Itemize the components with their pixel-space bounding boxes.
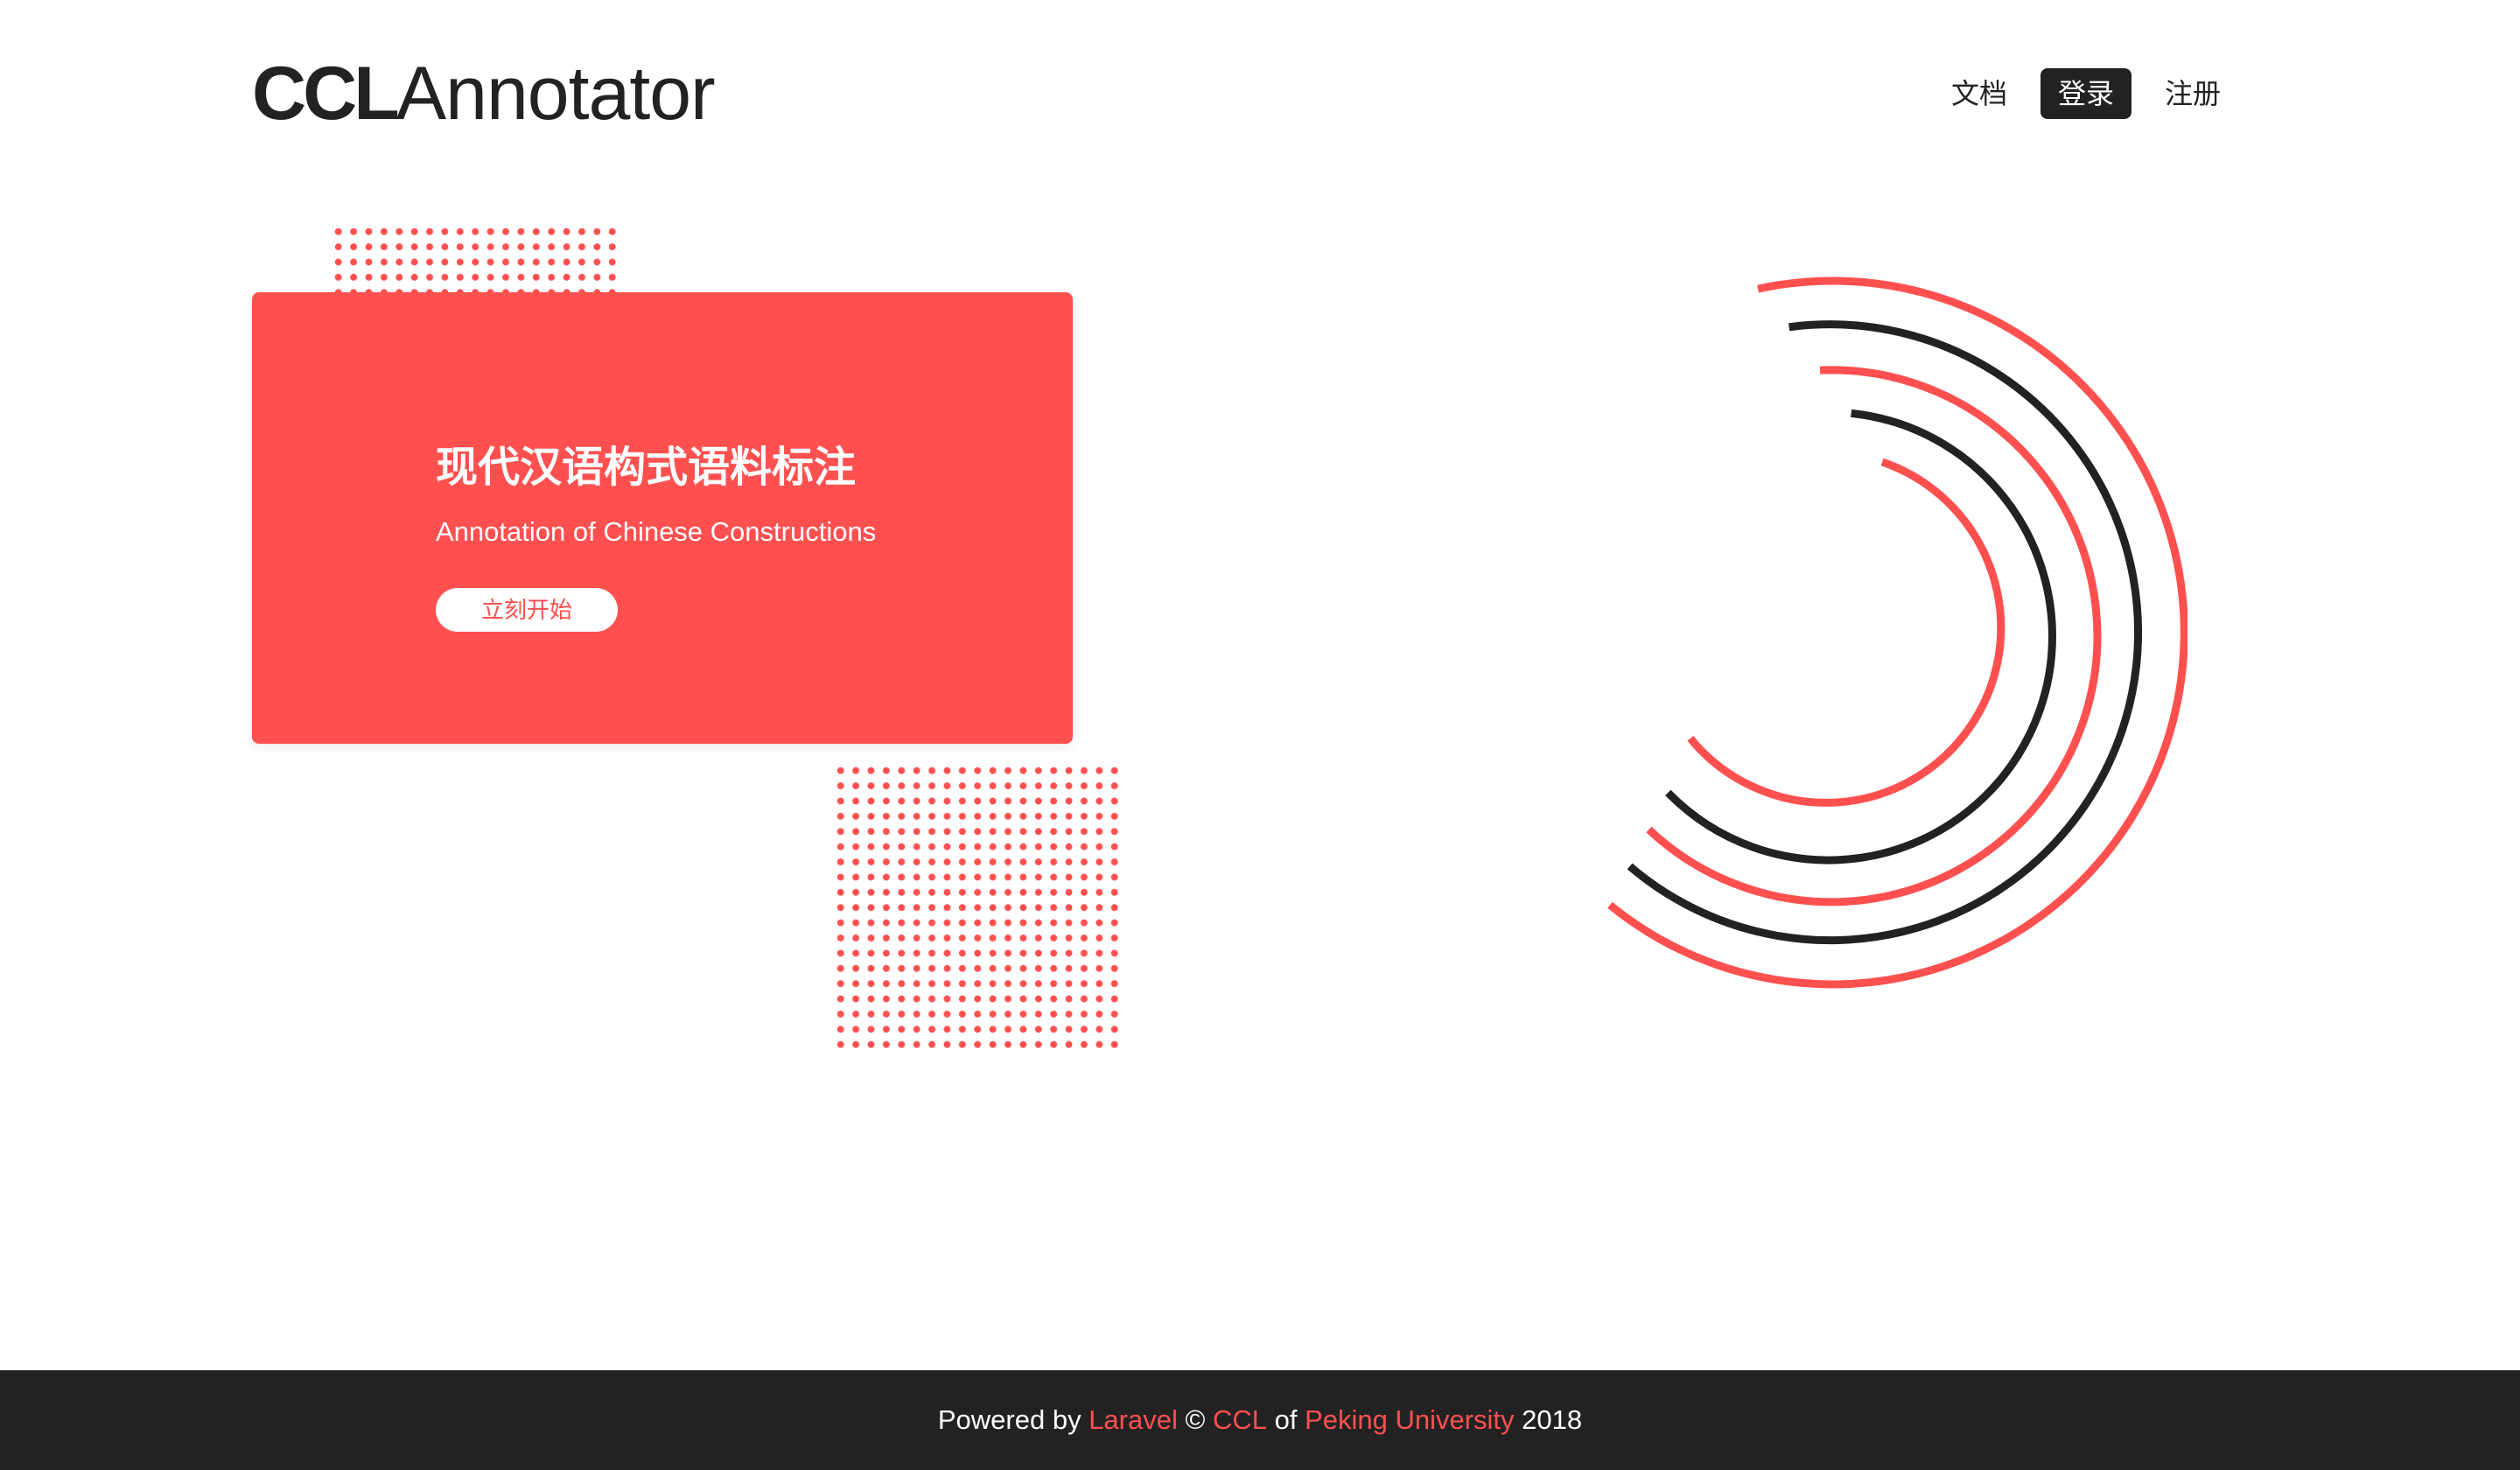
nav-register-link[interactable]: 注册: [2147, 68, 2238, 119]
hero-subtitle: Annotation of Chinese Constructions: [436, 516, 877, 547]
dot-grid-decoration-top: [331, 224, 620, 292]
footer-university-link[interactable]: Peking University: [1305, 1404, 1514, 1436]
site-footer: Powered by Laravel © CCL of Peking Unive…: [0, 1370, 2520, 1470]
page: CCL Annotator 文档 登录 注册 现代汉语构式语料标注 Annotat…: [0, 0, 2520, 1470]
concentric-arcs-decoration: [1607, 276, 2188, 989]
footer-of-text: of: [1266, 1404, 1306, 1435]
footer-powered-by-text: Powered by: [937, 1404, 1089, 1435]
arc-third-red: [1646, 366, 2102, 906]
footer-ccl-link[interactable]: CCL: [1213, 1404, 1267, 1436]
arc-inner-red: [1687, 458, 2006, 807]
footer-copyright-text: ©: [1177, 1404, 1213, 1435]
nav-docs-link[interactable]: 文档: [1934, 68, 2025, 119]
get-started-button[interactable]: 立刻开始: [436, 588, 618, 632]
dot-grid-decoration-bottom: [833, 763, 1122, 1052]
nav-login-link[interactable]: 登录: [2040, 68, 2132, 119]
footer-year-text: 2018: [1514, 1404, 1583, 1435]
hero-card: 现代汉语构式语料标注 Annotation of Chinese Constru…: [252, 292, 1073, 744]
logo-light-text: Annotator: [396, 52, 716, 136]
footer-laravel-link[interactable]: Laravel: [1088, 1404, 1178, 1436]
logo-bold-text: CCL: [252, 52, 400, 136]
arc-fourth-dark: [1665, 409, 2056, 864]
site-logo[interactable]: CCL Annotator: [252, 51, 716, 138]
top-nav: 文档 登录 注册: [1934, 68, 2238, 119]
hero-title: 现代汉语构式语料标注: [436, 444, 857, 491]
